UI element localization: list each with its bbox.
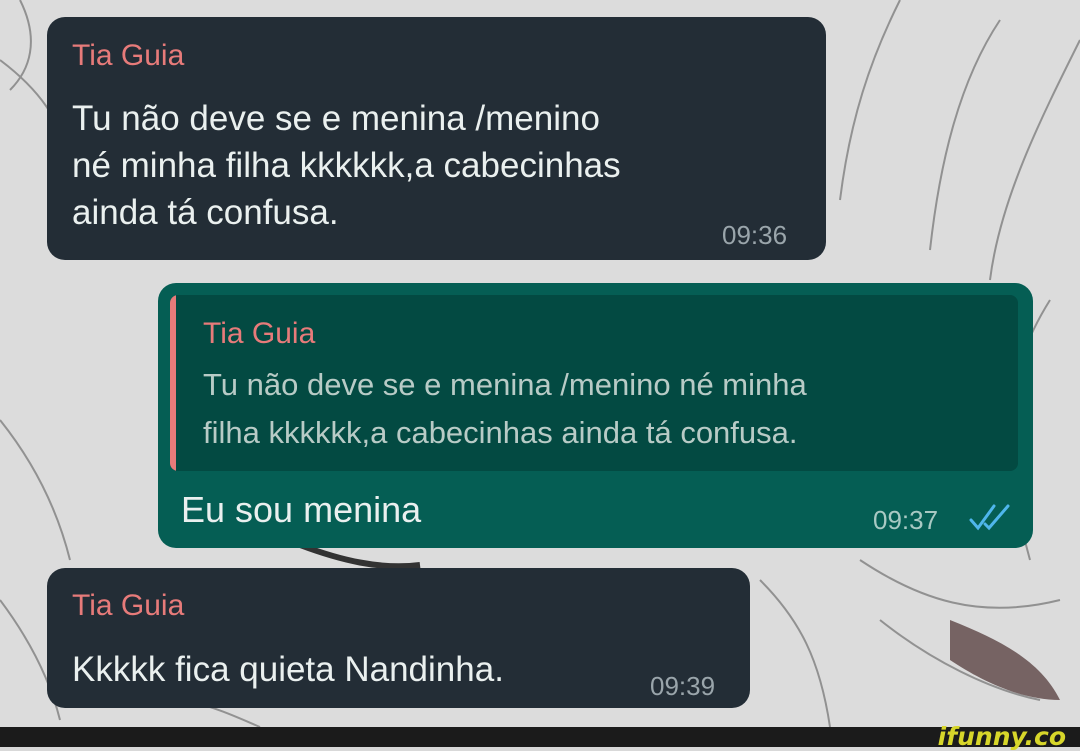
quoted-sender-name: Tia Guia — [203, 317, 316, 350]
sender-name[interactable]: Tia Guia — [72, 39, 184, 73]
message-text: Kkkkk fica quieta Nandinha. — [72, 650, 504, 689]
sender-name[interactable]: Tia Guia — [72, 589, 184, 623]
message-text: Tu não deve se e menina /menino né minha… — [72, 99, 621, 232]
incoming-message-bubble[interactable]: Tia Guia Kkkkk fica quieta Nandinha. 09:… — [47, 568, 750, 708]
double-check-icon — [969, 504, 1010, 531]
quoted-message[interactable]: Tia Guia Tu não deve se e menina /menino… — [170, 295, 1018, 471]
message-time: 09:36 — [722, 220, 788, 250]
message-time: 09:39 — [650, 671, 716, 701]
quote-accent-bar — [170, 295, 176, 471]
message-text: Eu sou menina — [181, 489, 422, 530]
quoted-message-text: Tu não deve se e menina /menino né minha… — [203, 367, 807, 450]
watermark-bar: ifunny.co — [0, 722, 1080, 751]
message-time: 09:37 — [873, 505, 939, 535]
incoming-message-bubble[interactable]: Tia Guia Tu não deve se e menina /menino… — [47, 17, 826, 260]
outgoing-message-bubble[interactable]: Tia Guia Tu não deve se e menina /menino… — [158, 283, 1033, 548]
